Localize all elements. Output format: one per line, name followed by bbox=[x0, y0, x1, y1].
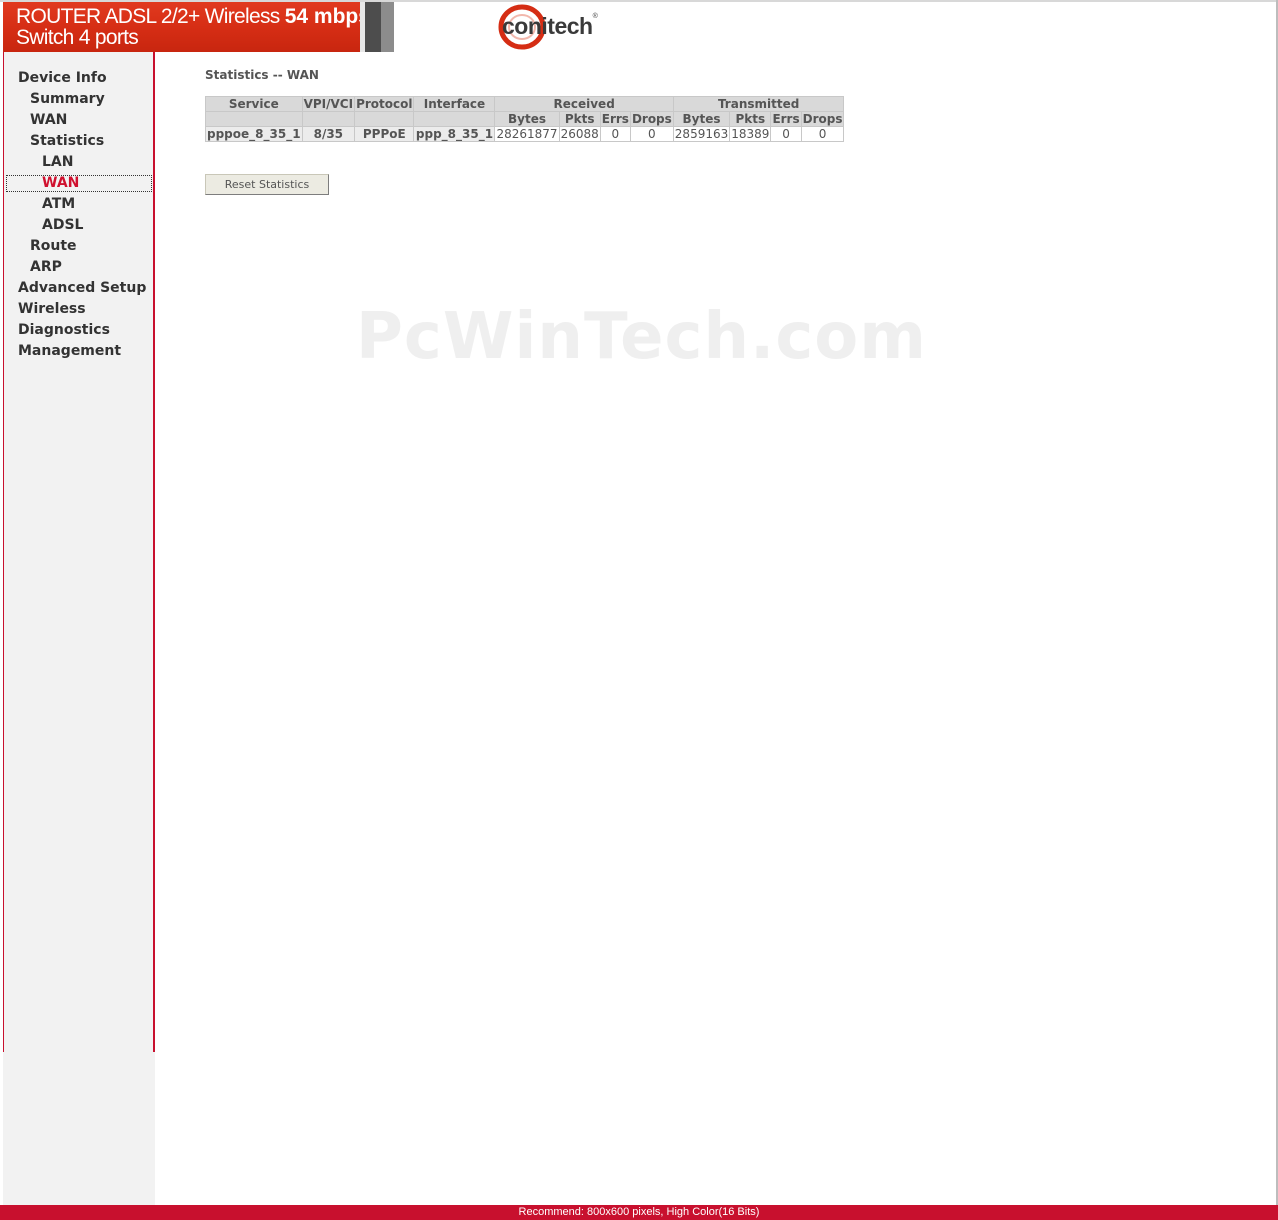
column-header-interface: Interface bbox=[413, 96, 496, 112]
banner-stripe-grey bbox=[381, 2, 394, 52]
wan-statistics-table: Service VPI/VCI Protocol Interface Recei… bbox=[205, 96, 845, 142]
empty-subheader bbox=[354, 111, 415, 127]
cell-tx-bytes: 2859163 bbox=[672, 126, 731, 142]
cell-protocol: PPPoE bbox=[354, 126, 415, 142]
sidebar-item-stats-atm[interactable]: ATM bbox=[42, 196, 75, 213]
sidebar-item-stats-adsl[interactable]: ADSL bbox=[42, 217, 83, 234]
logo-name: conitech bbox=[502, 13, 593, 39]
column-header-rx-errs: Errs bbox=[599, 111, 631, 127]
sidebar-item-management[interactable]: Management bbox=[18, 343, 121, 360]
column-header-received: Received bbox=[494, 96, 674, 112]
sidebar-item-arp[interactable]: ARP bbox=[30, 259, 62, 276]
sidebar-item-device-info[interactable]: Device Info bbox=[18, 70, 107, 87]
cell-service: pppoe_8_35_1 bbox=[205, 126, 303, 142]
cell-rx-errs: 0 bbox=[599, 126, 631, 142]
sidebar-item-stats-lan[interactable]: LAN bbox=[42, 154, 73, 171]
sidebar-item-route[interactable]: Route bbox=[30, 238, 77, 255]
product-banner: ROUTER ADSL 2/2+ Wireless 54 mbps Switch… bbox=[3, 2, 370, 52]
sidebar-item-diagnostics[interactable]: Diagnostics bbox=[18, 322, 110, 339]
empty-subheader bbox=[205, 111, 303, 127]
cell-tx-pkts: 18389 bbox=[729, 126, 772, 142]
table-subheader-row: Bytes Pkts Errs Drops Bytes Pkts Errs Dr… bbox=[205, 111, 845, 127]
column-header-tx-bytes: Bytes bbox=[672, 111, 731, 127]
banner-speed: 54 mbps bbox=[284, 5, 370, 28]
column-header-tx-pkts: Pkts bbox=[729, 111, 772, 127]
sidebar-item-advanced-setup[interactable]: Advanced Setup bbox=[18, 280, 146, 297]
cell-tx-errs: 0 bbox=[770, 126, 802, 142]
column-header-service: Service bbox=[205, 96, 303, 112]
footer-recommendation: Recommend: 800x600 pixels, High Color(16… bbox=[0, 1205, 1278, 1220]
cell-rx-drops: 0 bbox=[629, 126, 674, 142]
table-row: pppoe_8_35_1 8/35 PPPoE ppp_8_35_1 28261… bbox=[205, 126, 845, 142]
sidebar-item-wireless[interactable]: Wireless bbox=[18, 301, 86, 318]
sidebar-border bbox=[3, 52, 4, 1052]
column-header-transmitted: Transmitted bbox=[672, 96, 845, 112]
banner-subtitle: Switch 4 ports bbox=[16, 26, 139, 49]
sidebar-nav: Device Info Summary WAN Statistics LAN W… bbox=[3, 52, 155, 1052]
column-header-rx-pkts: Pkts bbox=[558, 111, 601, 127]
column-header-rx-bytes: Bytes bbox=[494, 111, 560, 127]
cell-interface: ppp_8_35_1 bbox=[413, 126, 496, 142]
banner-model: ROUTER ADSL 2/2+ Wireless bbox=[16, 5, 280, 28]
registered-mark: ® bbox=[592, 13, 598, 20]
column-header-protocol: Protocol bbox=[354, 96, 415, 112]
sidebar-item-summary[interactable]: Summary bbox=[30, 91, 105, 108]
banner-stripe-dark bbox=[365, 2, 381, 52]
empty-subheader bbox=[413, 111, 496, 127]
reset-statistics-button[interactable]: Reset Statistics bbox=[205, 174, 329, 195]
banner-title: ROUTER ADSL 2/2+ Wireless 54 mbps bbox=[16, 6, 370, 28]
page-title: Statistics -- WAN bbox=[205, 68, 319, 82]
sidebar-item-stats-wan[interactable]: WAN bbox=[42, 175, 79, 192]
column-header-tx-drops: Drops bbox=[800, 111, 845, 127]
logo-wordmark: conitech® bbox=[502, 13, 598, 40]
cell-rx-pkts: 26088 bbox=[558, 126, 601, 142]
header-banner: ROUTER ADSL 2/2+ Wireless 54 mbps Switch… bbox=[0, 2, 1276, 52]
column-header-rx-drops: Drops bbox=[629, 111, 674, 127]
column-header-tx-errs: Errs bbox=[770, 111, 802, 127]
sidebar-item-wan-info[interactable]: WAN bbox=[30, 112, 67, 129]
cell-rx-bytes: 28261877 bbox=[494, 126, 560, 142]
cell-tx-drops: 0 bbox=[800, 126, 845, 142]
table-header-row: Service VPI/VCI Protocol Interface Recei… bbox=[205, 96, 845, 112]
watermark-text: PcWinTech.com bbox=[356, 300, 927, 374]
empty-subheader bbox=[301, 111, 356, 127]
brand-logo: conitech® bbox=[496, 4, 606, 50]
column-header-vpi-vci: VPI/VCI bbox=[301, 96, 356, 112]
sidebar-item-statistics[interactable]: Statistics bbox=[30, 133, 104, 150]
sidebar-filler bbox=[3, 1052, 155, 1205]
cell-vpi-vci: 8/35 bbox=[301, 126, 356, 142]
